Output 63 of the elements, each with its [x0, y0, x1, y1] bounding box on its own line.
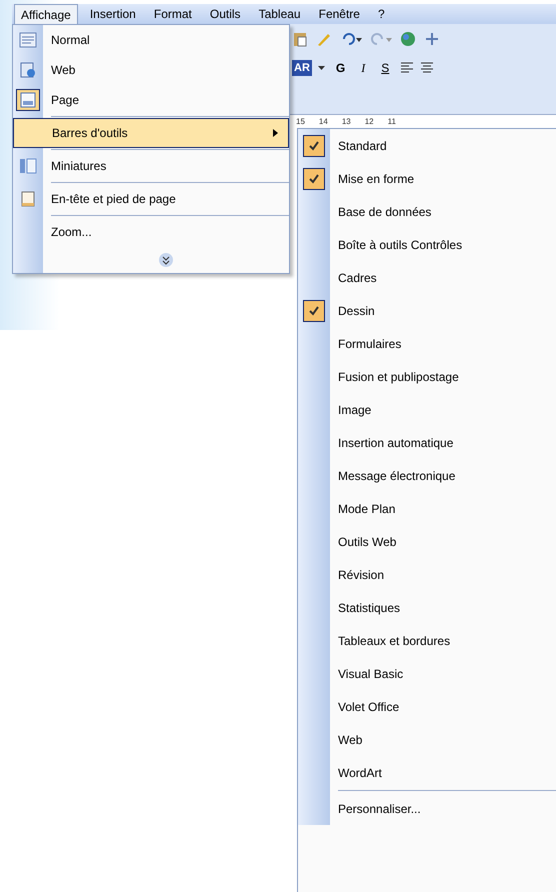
style-box[interactable]: AR — [292, 60, 312, 76]
menu-item[interactable]: Page — [43, 85, 289, 115]
menu-item[interactable]: Outils Web — [330, 525, 556, 558]
redo-icon — [370, 31, 392, 47]
menu-item[interactable]: Message électronique — [330, 459, 556, 492]
submenu-arrow-icon — [273, 129, 278, 137]
menu-item[interactable]: Zoom... — [43, 217, 289, 247]
menu-item[interactable]: Miniatures — [43, 151, 289, 181]
ruler-label: 11 — [388, 116, 396, 128]
menu-item[interactable]: Dessin — [330, 294, 556, 327]
menu-bar-item[interactable]: Fenêtre — [312, 4, 366, 24]
menu-item[interactable]: Cadres — [330, 261, 556, 294]
menu-bar-item[interactable]: Insertion — [84, 4, 142, 24]
align-left-icon — [400, 62, 414, 74]
menu-item[interactable]: Image — [330, 393, 556, 426]
table-icon — [424, 31, 440, 47]
undo-icon — [340, 31, 362, 47]
globe-icon — [400, 31, 416, 47]
menu-item[interactable]: Insertion automatique — [330, 426, 556, 459]
menu-item[interactable]: Fusion et publipostage — [330, 360, 556, 393]
menu-bar-item[interactable]: Outils — [204, 4, 247, 24]
menu-item[interactable]: Visual Basic — [330, 657, 556, 690]
menu-bar-item[interactable]: ? — [372, 4, 391, 24]
menu-item[interactable]: Boîte à outils Contrôles — [330, 228, 556, 261]
menu-item[interactable]: Web — [330, 723, 556, 756]
expand-chevron-icon[interactable] — [159, 253, 173, 267]
document-lines-icon — [19, 32, 37, 48]
format-button[interactable]: G — [330, 59, 350, 77]
menu-item[interactable]: Web — [43, 55, 289, 85]
check-icon — [308, 172, 320, 184]
align-center-icon — [420, 62, 434, 74]
menu-item[interactable]: Base de données — [330, 195, 556, 228]
paste-icon — [292, 31, 308, 47]
menu-bar-item[interactable]: Tableau — [252, 4, 307, 24]
ruler-label: 15 — [296, 116, 305, 128]
ruler-label: 13 — [342, 116, 351, 128]
menu-item[interactable]: Standard — [330, 129, 556, 162]
menu-item[interactable]: Normal — [43, 25, 289, 55]
menu-gutter — [13, 247, 43, 273]
menu-bar-item[interactable]: Affichage — [14, 4, 78, 24]
format-button[interactable]: S — [376, 59, 394, 77]
menu-item[interactable]: Personnaliser... — [330, 792, 556, 825]
menu-item[interactable]: Volet Office — [330, 690, 556, 723]
web-page-icon — [19, 62, 37, 78]
menu-bar-item[interactable]: Format — [148, 4, 198, 24]
menu-item[interactable]: Mise en forme — [330, 162, 556, 195]
menu-item[interactable]: WordArt — [330, 756, 556, 789]
format-button[interactable]: I — [356, 59, 370, 77]
caret-icon — [318, 66, 325, 70]
menu-item[interactable]: Révision — [330, 558, 556, 591]
check-icon — [308, 304, 320, 316]
menu-item[interactable]: Statistiques — [330, 591, 556, 624]
menu-item[interactable]: Formulaires — [330, 327, 556, 360]
submenu-item[interactable]: Barres d'outils — [13, 118, 289, 148]
check-icon — [308, 140, 320, 152]
page-header-icon — [19, 191, 37, 207]
menu-item[interactable]: En-tête et pied de page — [43, 184, 289, 214]
ruler-label: 14 — [318, 116, 328, 128]
thumbnails-icon — [19, 158, 37, 174]
menu-item[interactable]: Tableaux et bordures — [330, 624, 556, 657]
menu-item[interactable]: Mode Plan — [330, 492, 556, 525]
ruler-label: 12 — [364, 116, 374, 128]
brush-icon — [316, 31, 332, 47]
